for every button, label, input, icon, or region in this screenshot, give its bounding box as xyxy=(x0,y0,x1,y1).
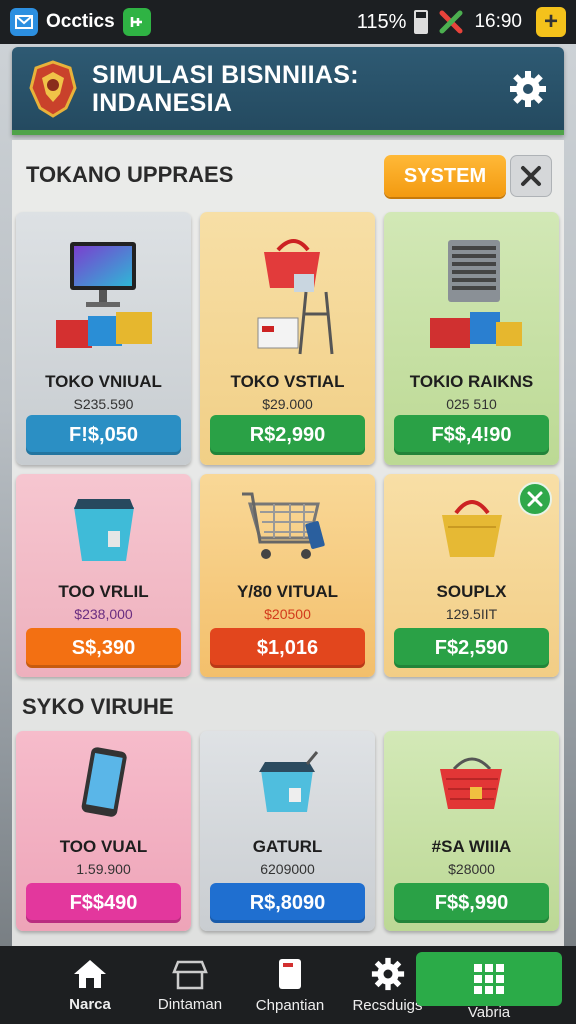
nav-label: Chpantian xyxy=(255,996,325,1014)
card-subvalue: 1.59.900 xyxy=(76,861,131,877)
card-name: TOO VRLIL xyxy=(58,582,149,601)
title-line-1: SIMULASI BISNNIIAS: xyxy=(92,60,359,89)
card-subvalue: $28000 xyxy=(448,861,495,877)
red-basket-icon xyxy=(384,731,559,835)
card-subvalue: S235.590 xyxy=(73,396,134,412)
settings-button[interactable] xyxy=(506,67,550,111)
card-name: Y/80 VITUAL xyxy=(236,582,339,601)
nav-label-apps: Vabria xyxy=(416,1000,562,1024)
nav-item-home[interactable]: Narca xyxy=(40,946,140,1024)
buy-button[interactable]: F$$490 xyxy=(26,883,181,923)
store-card[interactable]: Y/80 VITUAL $20500 $1,016 xyxy=(200,474,375,677)
battery-icon xyxy=(414,10,429,34)
shop-icon xyxy=(172,960,208,989)
check-icon xyxy=(527,491,543,507)
buy-button[interactable]: R$,8090 xyxy=(210,883,365,923)
status-bar: Occtics 115% 16:90 + xyxy=(0,0,576,44)
card-name: SOUPLX xyxy=(436,582,507,601)
card-subvalue: $29.000 xyxy=(262,396,313,412)
buy-button[interactable]: F!$,050 xyxy=(26,415,181,455)
nav-label: Narca xyxy=(69,995,111,1013)
store-card[interactable]: #SA WIIIA $28000 F$$,990 xyxy=(384,731,559,931)
buy-button[interactable]: F$$,990 xyxy=(394,883,549,923)
title-line-2: INDANESIA xyxy=(92,88,233,117)
card-subvalue: $238,000 xyxy=(74,606,133,622)
notification-icon[interactable] xyxy=(122,8,151,36)
smartphone-icon xyxy=(16,731,191,835)
gear-icon xyxy=(510,70,546,107)
close-button[interactable] xyxy=(510,155,552,197)
add-icon[interactable]: + xyxy=(536,7,566,37)
card-subvalue: 6209000 xyxy=(260,861,315,877)
nav-item-apps[interactable] xyxy=(416,952,562,1006)
nav-item-store[interactable]: Dintaman xyxy=(140,946,240,1024)
storage-box-icon xyxy=(16,474,191,580)
computer-icon xyxy=(16,212,191,372)
card-name: GATURL xyxy=(252,837,323,856)
card-name: TOKO VNIUAL xyxy=(45,372,162,391)
card-name: #SA WIIIA xyxy=(431,837,512,856)
system-button[interactable]: SYSTEM xyxy=(384,155,506,197)
tools-icon[interactable] xyxy=(436,8,466,36)
store-card[interactable]: TOKO VSTIAL $29.000 R$2,990 xyxy=(200,212,375,465)
bottom-navigation: Narca Dintaman Chpantian Recsduigs Vabri… xyxy=(0,946,576,1024)
card-subvalue: 129.5IIT xyxy=(445,606,498,622)
card-name: TOO VUAL xyxy=(59,837,148,856)
card-subvalue: $20500 xyxy=(264,606,311,622)
clock: 16:90 xyxy=(474,11,522,32)
card-name: TOKIO RAIKNS xyxy=(409,372,534,391)
storage-bin-icon xyxy=(200,731,375,835)
document-icon xyxy=(279,958,301,989)
store-card[interactable]: TOKIO RAIKNS 025 510 F$$,4!90 xyxy=(384,212,559,465)
section-title-virtual: SYKO VIRUHE xyxy=(22,694,174,719)
buy-button[interactable]: S$,390 xyxy=(26,628,181,668)
battery-percent: 115% xyxy=(356,10,407,33)
store-card[interactable]: TOO VUAL 1.59.900 F$$490 xyxy=(16,731,191,931)
basket-cart-icon xyxy=(200,212,375,372)
store-card[interactable]: TOO VRLIL $238,000 S$,390 xyxy=(16,474,191,677)
gear-icon xyxy=(371,957,404,990)
page-title: SIMULASI BISNNIIAS: INDANESIA xyxy=(92,61,506,117)
close-icon xyxy=(521,166,541,186)
buy-button[interactable]: F$$,4!90 xyxy=(394,415,549,455)
buy-button[interactable]: F$2,590 xyxy=(394,628,549,668)
owned-badge[interactable] xyxy=(518,482,552,516)
garuda-emblem-icon xyxy=(26,58,80,120)
card-name: TOKO VSTIAL xyxy=(230,372,345,391)
store-card[interactable]: GATURL 6209000 R$,8090 xyxy=(200,731,375,931)
card-subvalue: 025 510 xyxy=(446,396,497,412)
nav-item-finance[interactable]: Chpantian xyxy=(240,946,340,1024)
buy-button[interactable]: $1,016 xyxy=(210,628,365,668)
nav-label: Recsduigs xyxy=(352,996,423,1014)
app-name: Occtics xyxy=(46,11,115,32)
home-icon xyxy=(74,959,106,988)
nav-label: Vabria xyxy=(467,1003,511,1021)
app-header: SIMULASI BISNNIIAS: INDANESIA xyxy=(12,47,564,135)
mail-icon[interactable] xyxy=(10,8,38,36)
store-card[interactable]: TOKO VNIUAL S235.590 F!$,050 xyxy=(16,212,191,465)
section-title-upgrades: TOKANO UPPRAES xyxy=(26,162,234,187)
shopping-cart-icon xyxy=(200,474,375,580)
nav-label: Dintaman xyxy=(157,995,223,1013)
server-icon xyxy=(384,212,559,372)
buy-button[interactable]: R$2,990 xyxy=(210,415,365,455)
grid-icon xyxy=(474,964,504,994)
